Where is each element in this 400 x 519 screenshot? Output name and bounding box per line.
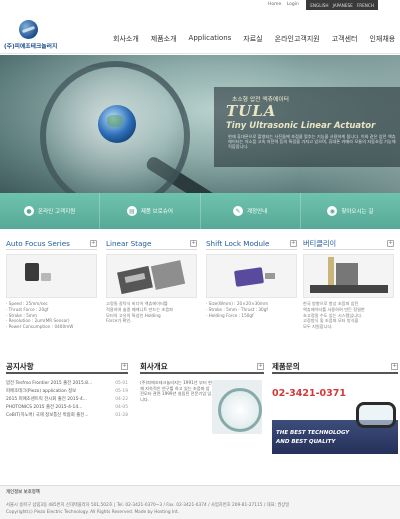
product-image[interactable]	[303, 254, 394, 298]
quick-account[interactable]: ✎ 계정안내	[201, 193, 301, 229]
logo-mark-icon	[19, 20, 38, 39]
product-title[interactable]: Auto Focus Series	[6, 239, 70, 248]
about-text: (주)피에조테크놀러지는 1991년 부터 현재 지속적인 연구를 하고 있는 …	[140, 380, 212, 402]
product-autofocus: Auto Focus Series + · Speed : 25mm/sec · …	[6, 238, 97, 330]
nav-item-customer-center[interactable]: 고객센터	[332, 34, 358, 44]
quick-brochure[interactable]: ▤ 제품 브로슈어	[100, 193, 201, 229]
product-title[interactable]: Linear Stage	[106, 239, 151, 248]
contact-title: 제품문의	[272, 361, 300, 371]
document-icon: ✎	[233, 206, 243, 216]
notice-title: 공지사항	[6, 361, 34, 371]
product-image[interactable]	[106, 254, 197, 298]
product-shift-lock: Shift Lock Module + · Size(Wmm) : 20×20×…	[206, 238, 297, 318]
nav-item-applications[interactable]: Applications	[189, 34, 232, 44]
product-specs: 한국 방향으로 항상 초음파 압전 엑츄에이터를 사용하여 만든 정밀한 초고정밀 …	[303, 301, 365, 330]
plus-icon[interactable]: +	[257, 362, 264, 370]
product-title[interactable]: 버티클리이	[303, 239, 336, 249]
quick-menu: ● 온라인 고객지원 ▤ 제품 브로슈어 ✎ 계정안내 ◉ 찾아오시는 길	[0, 193, 400, 229]
main-nav: 회사소개 제품소개 Applications 자료실 온라인고객지원 고객센터 …	[113, 34, 400, 44]
plus-icon[interactable]: +	[121, 362, 128, 370]
nav-item-products[interactable]: 제품소개	[151, 34, 177, 44]
nav-item-company[interactable]: 회사소개	[113, 34, 139, 44]
company-logo[interactable]: (주)피에조테크놀러지	[4, 20, 82, 50]
hero-title-sub: Tiny Ultrasonic Linear Actuator	[226, 121, 376, 131]
plus-icon[interactable]: +	[387, 240, 394, 247]
product-specs: 고정밀 갈탁식 비디어 엑츄에이터를 적용하여 솔중 메케니트 만드는 초음파 모터…	[106, 301, 173, 324]
glasses-icon	[356, 402, 396, 428]
login-link[interactable]: Login	[287, 2, 299, 7]
list-item[interactable]: 2015 피에조센트릭 전시회 출전 2015-4... 04-22	[6, 396, 128, 404]
product-vertical: 버티클리이 + 한국 방향으로 항상 초음파 압전 엑츄에이터를 사용하여 만든 …	[303, 238, 394, 330]
product-specs: · Speed : 25mm/sec · Thrust Force : 20gf ·…	[6, 301, 74, 330]
hero-description: 현재 휴대폰으로 촬영되는 사진들에 초점을 맞추는 기능을 사용하게 됩니다.…	[228, 134, 396, 150]
plus-icon[interactable]: +	[190, 240, 197, 247]
list-item[interactable]: 피에조테크(Piezo) application 정보 05-19	[6, 388, 128, 396]
list-item[interactable]: PHOTONICS 2015 출전 2015-4-14... 04-05	[6, 404, 128, 412]
product-title[interactable]: Shift Lock Module	[206, 239, 269, 248]
chat-icon: ●	[24, 206, 35, 216]
plus-icon[interactable]: +	[90, 240, 97, 247]
hero-banner: 초소형 압전 액츄에이터 TULA Tiny Ultrasonic Linear…	[0, 55, 400, 193]
slogan-line-1: THE BEST TECHNOLOGY	[276, 430, 350, 436]
contact-phone[interactable]: 02-3421-0371	[272, 388, 398, 399]
logo-text: (주)피에조테크놀러지	[4, 44, 58, 50]
plus-icon[interactable]: +	[290, 240, 297, 247]
utility-bar: Home Login ENGLISH JAPANESE FRENCH	[0, 0, 400, 12]
language-switcher: ENGLISH JAPANESE FRENCH	[306, 0, 378, 10]
quick-online-support[interactable]: ● 온라인 고객지원	[0, 193, 101, 229]
notice-list: 압전 Tesfmo Frontier 2015 출전 2015.8... 05-0…	[6, 380, 128, 420]
site-footer: 개인정보 보호정책 서울시 송파구 삼림3동 485번지 신대택플라자 501,…	[0, 485, 400, 519]
footer-copyright: Copyright(c) Piezo Electric Technology. …	[6, 510, 180, 515]
product-linear-stage: Linear Stage + 고정밀 갈탁식 비디어 엑츄에이터를 적용하여 솔중…	[106, 238, 197, 324]
contact-box: 제품문의 + 02-3421-0371 THE BEST TECHNOLOGY …	[272, 360, 398, 460]
globe-icon	[98, 105, 136, 143]
notice-box: 공지사항 + 압전 Tesfmo Frontier 2015 출전 2015.8…	[6, 360, 128, 460]
slogan-line-2: AND BEST QUALITY	[276, 439, 336, 445]
product-specs: · Size(Wmm) : 20×20×30mm · Stroke : 5mm ·…	[206, 301, 269, 318]
privacy-policy-link[interactable]: 개인정보 보호정책	[6, 489, 40, 495]
footer-address: 서울시 송파구 삼림3동 485번지 신대택플라자 501,502호 | Tel…	[6, 503, 290, 508]
utility-links: Home Login	[268, 2, 303, 7]
map-icon: ◉	[327, 206, 338, 216]
about-image	[212, 380, 262, 434]
site-header: (주)피에조테크놀러지 회사소개 제품소개 Applications 자료실 온…	[0, 12, 400, 54]
brochure-icon: ▤	[126, 206, 137, 216]
home-link[interactable]: Home	[268, 2, 281, 7]
lang-french[interactable]: FRENCH	[357, 3, 374, 8]
nav-item-online-support[interactable]: 온라인고객지원	[275, 34, 320, 44]
lang-english[interactable]: ENGLISH	[310, 3, 328, 8]
nav-item-recruit[interactable]: 인재채용	[369, 34, 395, 44]
product-image[interactable]	[6, 254, 97, 298]
product-image[interactable]	[206, 254, 297, 298]
lang-japanese[interactable]: JAPANESE	[333, 3, 353, 8]
plus-icon[interactable]: +	[391, 362, 398, 370]
list-item[interactable]: CeBIT(하노버) 국제 정보통신 박람회 출전... 01-28	[6, 412, 128, 420]
hero-title: TULA	[226, 102, 277, 120]
about-title: 회사개요	[140, 361, 168, 371]
about-box: 회사개요 + (주)피에조테크놀러지는 1991년 부터 현재 지속적인 연구를…	[140, 360, 264, 460]
list-item[interactable]: 압전 Tesfmo Frontier 2015 출전 2015.8... 05-0…	[6, 380, 128, 388]
nav-item-library[interactable]: 자료실	[243, 34, 262, 44]
quick-location[interactable]: ◉ 찾아오시는 길	[301, 193, 400, 229]
